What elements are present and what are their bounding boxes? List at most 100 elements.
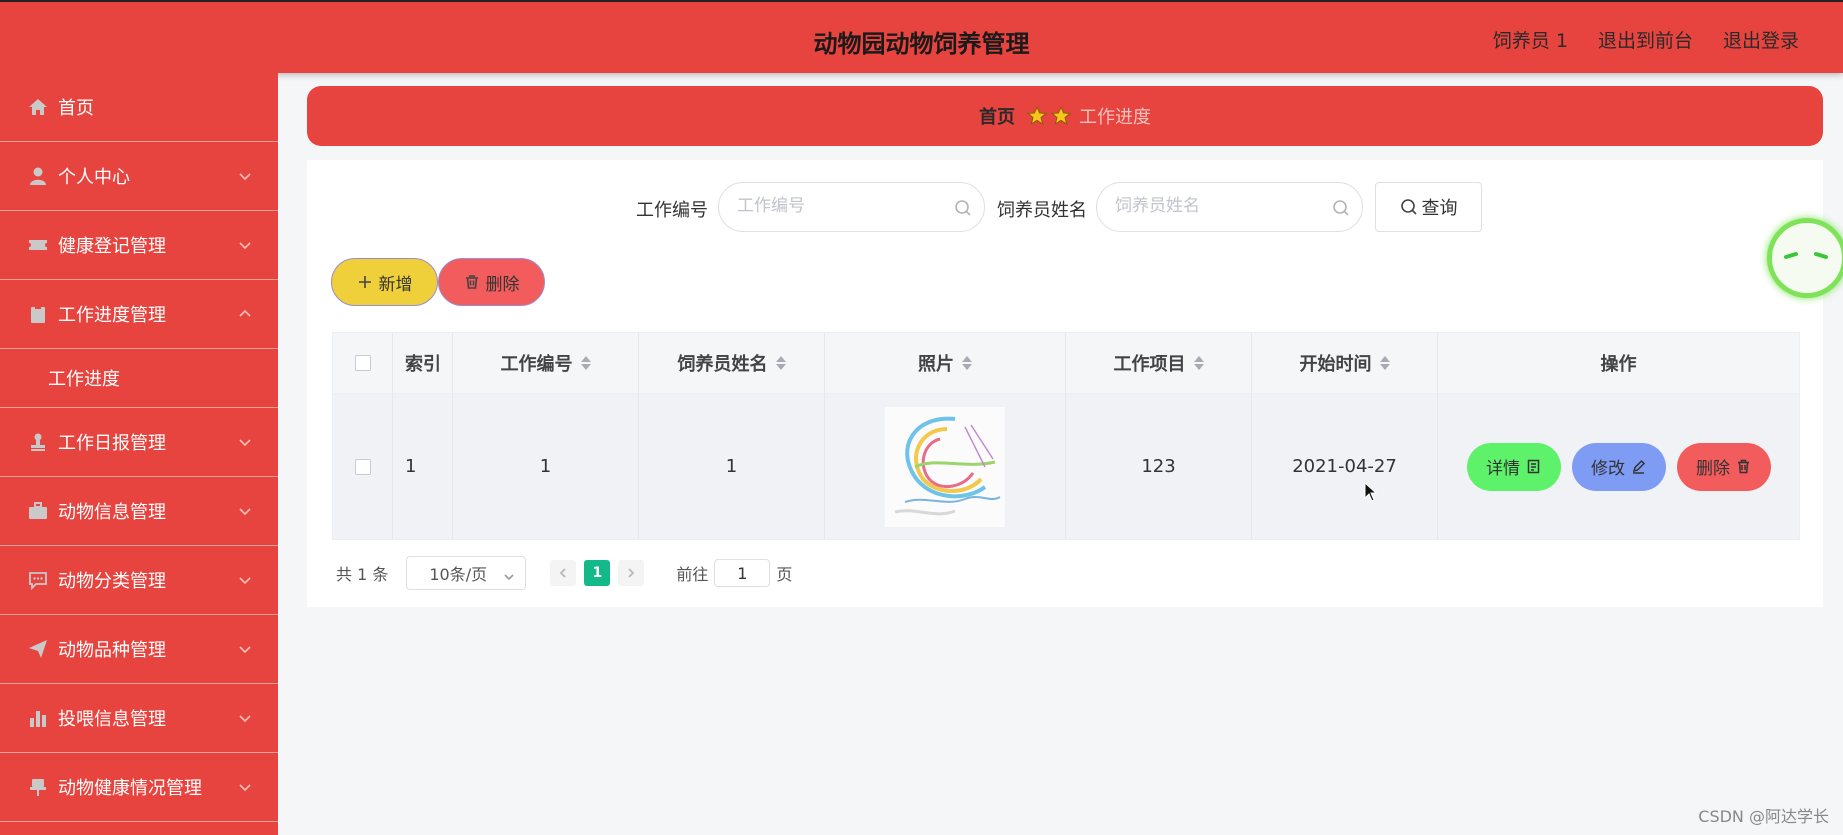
detail-button[interactable]: 详情	[1466, 442, 1561, 491]
sort-icon[interactable]	[775, 356, 786, 370]
cell-actions: 详情 修改 删除	[1438, 394, 1799, 539]
goto-label: 前往	[676, 565, 709, 584]
work-progress-table: 索引 工作编号 饲养员姓名 照片 工作项目 开始时间 操作 1 1 1 123 …	[332, 332, 1800, 540]
page-size-select[interactable]: 10条/页	[406, 556, 527, 590]
page-number-current[interactable]: 1	[584, 560, 611, 586]
prev-page-button[interactable]	[550, 560, 577, 586]
top-header: 动物园动物饲养管理 饲养员 1 退出到前台 退出登录	[0, 0, 1843, 73]
chevron-down-icon	[238, 503, 252, 517]
stamp-icon	[28, 432, 48, 452]
sidebar-item-label: 健康登记管理	[58, 236, 166, 257]
row-checkbox[interactable]	[354, 458, 371, 475]
chat-icon	[28, 570, 48, 590]
column-header-work-no[interactable]: 工作编号	[453, 333, 639, 393]
column-header-keeper-name[interactable]: 饲养员姓名	[639, 333, 825, 393]
sidebar-item-label: 首页	[58, 98, 94, 119]
chevron-down-icon	[238, 779, 252, 793]
chevron-left-icon	[560, 568, 566, 578]
row-select-cell	[333, 394, 393, 539]
current-user-link[interactable]: 饲养员 1	[1493, 26, 1568, 53]
column-header-label: 开始时间	[1299, 354, 1372, 375]
sidebar-item-label: 动物分类管理	[58, 571, 166, 592]
keeper-name-field	[1096, 182, 1363, 232]
chevron-down-icon	[503, 568, 515, 581]
search-icon	[1332, 199, 1350, 217]
column-header-label: 饲养员姓名	[677, 354, 768, 375]
sidebar-subitem-work-progress[interactable]: 工作进度	[0, 349, 278, 408]
sidebar-item-daily-report-management[interactable]: 工作日报管理	[0, 408, 278, 477]
sidebar-item-animal-info-management[interactable]: 动物信息管理	[0, 477, 278, 546]
query-button[interactable]: 查询	[1375, 182, 1482, 232]
column-header-label: 工作编号	[500, 354, 573, 375]
logout-link[interactable]: 退出登录	[1723, 26, 1799, 53]
user-icon	[28, 166, 48, 186]
column-header-photo[interactable]: 照片	[825, 333, 1066, 393]
sidebar-item-label: 动物健康情况管理	[58, 778, 202, 799]
cell-work-no: 1	[453, 394, 639, 539]
chevron-right-icon	[628, 568, 635, 578]
page-suffix: 页	[776, 565, 793, 584]
search-icon	[1400, 199, 1417, 215]
add-button-label: 新增	[378, 274, 413, 295]
column-header-label: 工作项目	[1113, 354, 1186, 375]
select-all-cell	[333, 333, 393, 393]
select-all-checkbox[interactable]	[354, 355, 371, 371]
sort-icon[interactable]	[1193, 356, 1204, 370]
column-header-label: 操作	[1600, 354, 1637, 375]
watermark: CSDN @阿达学长	[1698, 807, 1829, 826]
chevron-down-icon	[238, 168, 252, 182]
paper-plane-icon	[28, 639, 48, 659]
sidebar-item-label: 动物品种管理	[58, 640, 166, 661]
column-header-project[interactable]: 工作项目	[1066, 333, 1252, 393]
pagination: 共 1 条 10条/页 1 前往 页	[336, 556, 792, 590]
row-delete-button-label: 删除	[1696, 459, 1730, 479]
home-icon	[28, 97, 48, 117]
sidebar-item-health-registration[interactable]: 健康登记管理	[0, 211, 278, 280]
sort-icon[interactable]	[1379, 356, 1390, 370]
trash-icon	[465, 275, 478, 289]
sidebar-item-home[interactable]: 首页	[0, 73, 278, 142]
trash-icon	[1738, 459, 1749, 474]
search-bar: 工作编号 饲养员姓名 查询	[307, 182, 1823, 232]
mouse-cursor-icon	[1364, 482, 1378, 502]
cell-index: 1	[393, 394, 453, 539]
briefcase-icon	[28, 501, 48, 521]
breadcrumb-home[interactable]: 首页	[979, 103, 1015, 129]
sort-icon[interactable]	[962, 356, 972, 370]
table-row: 1 1 1 123 2021-04-27 详情 修改 删除	[332, 394, 1800, 540]
chevron-down-icon	[238, 237, 252, 251]
chevron-up-icon	[238, 306, 252, 320]
work-photo-thumbnail[interactable]	[885, 406, 1005, 527]
sidebar-item-feeding-info-management[interactable]: 投喂信息管理	[0, 684, 278, 753]
plus-icon	[358, 276, 371, 288]
star-icon	[1051, 106, 1071, 126]
goto-page-input[interactable]	[714, 559, 771, 587]
bulk-delete-button[interactable]: 删除	[438, 258, 545, 306]
breadcrumb-current: 工作进度	[1079, 107, 1151, 128]
row-delete-button[interactable]: 删除	[1676, 442, 1771, 491]
sidebar-item-personal-center[interactable]: 个人中心	[0, 142, 278, 211]
sort-icon[interactable]	[580, 356, 591, 370]
edit-button[interactable]: 修改	[1571, 442, 1666, 491]
exit-to-frontend-link[interactable]: 退出到前台	[1598, 26, 1693, 53]
add-button[interactable]: 新增	[331, 258, 438, 306]
document-icon	[1527, 459, 1540, 474]
page-size-value: 10条/页	[429, 565, 488, 584]
column-header-label: 索引	[405, 354, 441, 375]
sidebar-item-label: 投喂信息管理	[58, 709, 166, 730]
sidebar-item-label: 个人中心	[58, 167, 130, 188]
sidebar-item-animal-health-management[interactable]: 动物健康情况管理	[0, 753, 278, 822]
work-no-input[interactable]	[737, 196, 937, 216]
floating-assistant-widget[interactable]	[1767, 218, 1843, 298]
keeper-name-input[interactable]	[1115, 196, 1315, 216]
star-icon	[1027, 106, 1047, 126]
bar-chart-icon	[28, 708, 48, 728]
detail-button-label: 详情	[1486, 459, 1520, 479]
pushpin-icon	[28, 777, 48, 797]
sidebar-item-animal-category-management[interactable]: 动物分类管理	[0, 546, 278, 615]
work-no-field	[718, 182, 985, 232]
sidebar-item-work-progress-management[interactable]: 工作进度管理	[0, 280, 278, 349]
sidebar-item-animal-breed-management[interactable]: 动物品种管理	[0, 615, 278, 684]
next-page-button[interactable]	[618, 560, 645, 586]
column-header-start-time[interactable]: 开始时间	[1252, 333, 1438, 393]
